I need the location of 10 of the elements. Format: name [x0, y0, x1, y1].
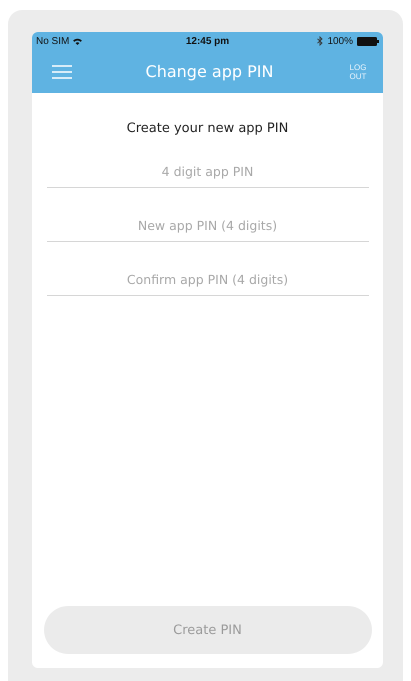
- carrier-text: No SIM: [36, 36, 70, 46]
- wifi-icon: [73, 38, 82, 44]
- menu-icon[interactable]: [52, 64, 72, 78]
- bluetooth-icon: [317, 36, 324, 46]
- logout-button[interactable]: LOG OUT: [347, 62, 369, 80]
- battery-icon: [357, 36, 380, 46]
- screen-title: Change app PIN: [144, 62, 274, 81]
- battery-text: 100%: [327, 36, 354, 46]
- heading: Create your new app PIN: [126, 121, 288, 136]
- clock-text: 12:45 pm: [186, 36, 230, 46]
